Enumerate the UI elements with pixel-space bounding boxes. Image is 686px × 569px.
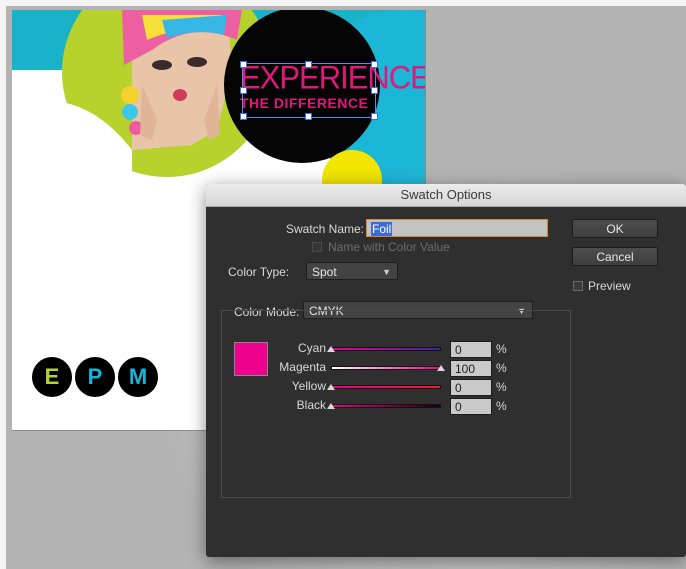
logo-letter-p: P (73, 355, 117, 399)
slider-label-yellow: Yellow (291, 379, 326, 393)
name-with-color-value-checkbox[interactable] (312, 242, 322, 252)
headline-line-1: EXPERIENCE (240, 59, 426, 96)
slider-value-magenta[interactable]: 100 (450, 360, 492, 377)
name-with-color-value-label: Name with Color Value (328, 240, 450, 254)
slider-track-black[interactable] (331, 404, 441, 408)
slider-track-yellow[interactable] (331, 385, 441, 389)
selection-handle[interactable] (371, 61, 378, 68)
logo-letter-m: M (116, 355, 160, 399)
swatch-options-dialog: Swatch Options Swatch Name: Foil Name wi… (206, 184, 686, 557)
headline: EXPERIENCE THE DIFFERENCE (240, 59, 426, 112)
slider-label-magenta: Magenta (279, 360, 326, 374)
selection-handle[interactable] (305, 61, 312, 68)
selection-handle[interactable] (240, 87, 247, 94)
slider-thumb-cyan[interactable] (327, 346, 335, 352)
swatch-name-input[interactable]: Foil (366, 219, 548, 237)
logo-letter-e: E (32, 357, 72, 397)
slider-thumb-yellow[interactable] (327, 384, 335, 390)
selection-handle[interactable] (305, 113, 312, 120)
headline-line-2: THE DIFFERENCE (240, 95, 369, 111)
slider-value-yellow[interactable]: 0 (450, 379, 492, 396)
cancel-button[interactable]: Cancel (572, 247, 658, 266)
selection-handle[interactable] (240, 113, 247, 120)
percent-unit: % (496, 380, 507, 394)
percent-unit: % (496, 399, 507, 413)
selection-handle[interactable] (240, 61, 247, 68)
slider-value-black[interactable]: 0 (450, 398, 492, 415)
slider-thumb-magenta[interactable] (437, 365, 445, 371)
slider-value-cyan[interactable]: 0 (450, 341, 492, 358)
slider-track-cyan[interactable] (331, 347, 441, 351)
slider-label-cyan: Cyan (297, 341, 326, 355)
ok-button[interactable]: OK (572, 219, 658, 238)
percent-unit: % (496, 342, 507, 356)
slider-track-magenta[interactable] (331, 366, 441, 370)
slider-label-black: Black (296, 398, 326, 412)
color-swatch-preview (234, 342, 268, 376)
color-type-dropdown[interactable]: Spot ▼ (306, 262, 398, 280)
swatch-name-label: Swatch Name: (285, 222, 364, 236)
dialog-title[interactable]: Swatch Options (206, 184, 686, 207)
percent-unit: % (496, 361, 507, 375)
selection-handle[interactable] (371, 113, 378, 120)
slider-thumb-black[interactable] (327, 403, 335, 409)
color-type-value: Spot (312, 265, 337, 279)
selection-handle[interactable] (371, 87, 378, 94)
swatch-name-value: Foil (371, 222, 393, 236)
preview-checkbox[interactable] (573, 281, 583, 291)
color-type-label: Color Type: (228, 265, 290, 279)
chevron-down-icon: ▼ (382, 267, 391, 277)
preview-label: Preview (588, 279, 631, 293)
